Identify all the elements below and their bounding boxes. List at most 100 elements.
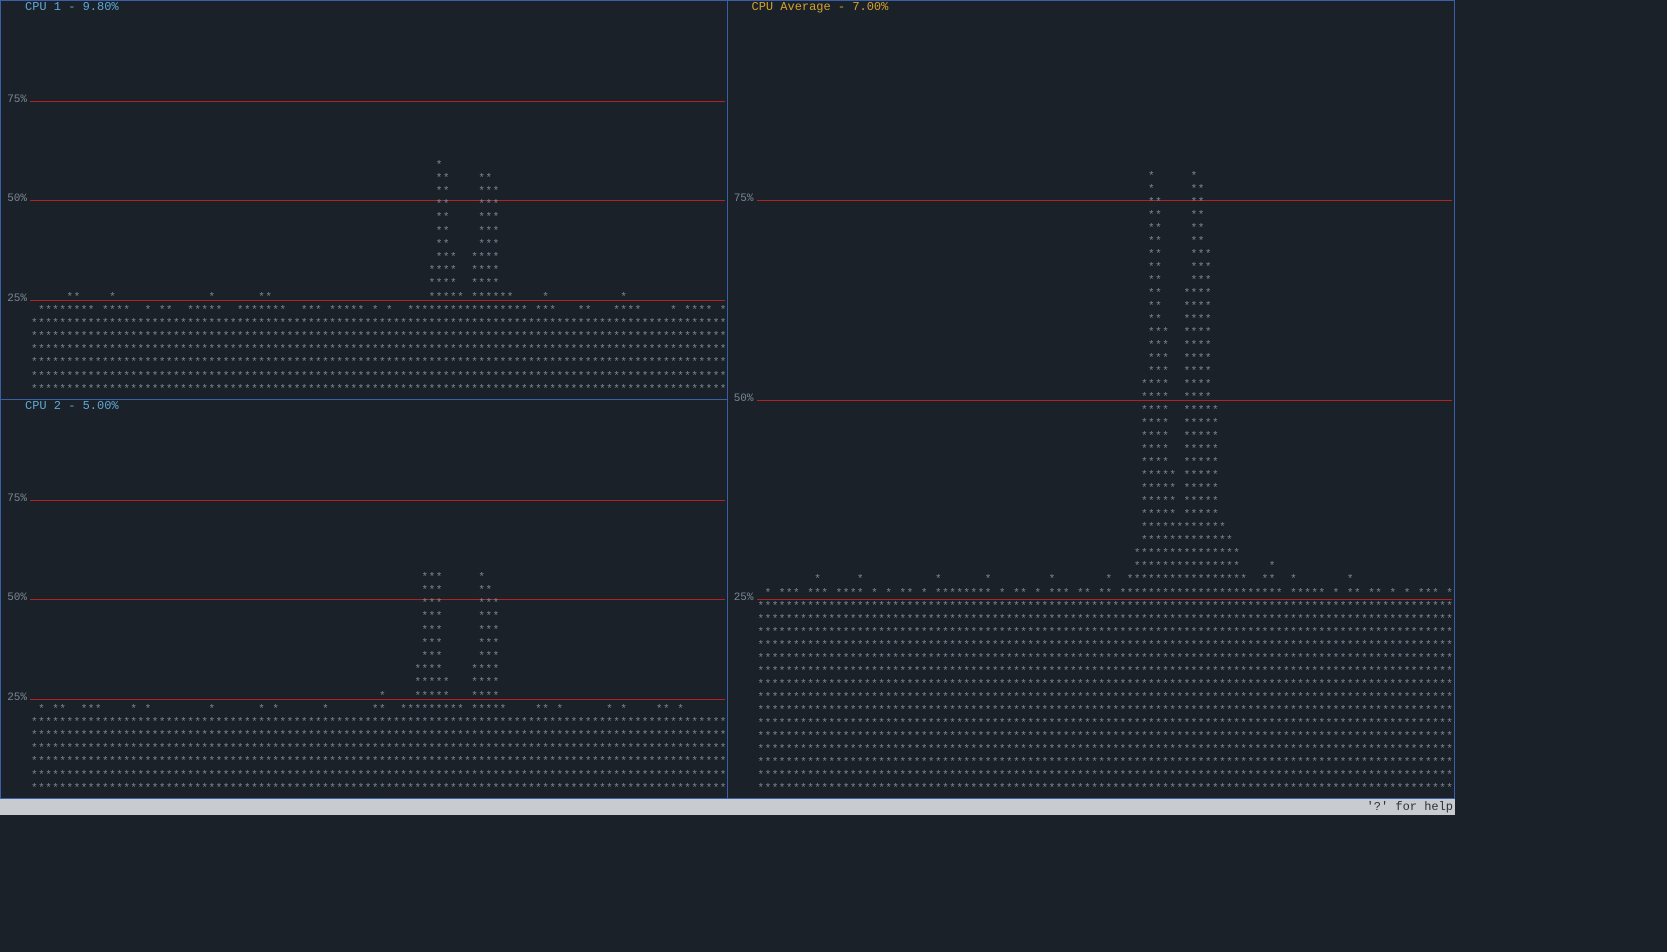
chart-row <box>31 146 725 159</box>
chart-row: *** **** <box>758 353 1453 366</box>
chart-row <box>758 79 1453 92</box>
chart-row <box>31 400 725 413</box>
chart-row <box>31 519 725 532</box>
chart-row: ** *** <box>31 199 725 212</box>
chart-row: * *** *** **** * * ** * ******** * ** * … <box>758 588 1453 601</box>
chart-body: * ** ** ** <box>1 1 727 399</box>
chart-row <box>31 559 725 572</box>
chart-row: ****************************************… <box>758 653 1453 666</box>
chart-row: ****************************************… <box>31 743 725 756</box>
y-axis-label: 25% <box>1 693 29 704</box>
chart-row: ****************************************… <box>758 679 1453 692</box>
chart-row <box>758 92 1453 105</box>
chart-row: ** **** <box>758 314 1453 327</box>
chart-row: **** ***** <box>758 457 1453 470</box>
chart-row: ****************************************… <box>31 357 725 370</box>
chart-row: ****************************************… <box>758 640 1453 653</box>
chart-row <box>758 157 1453 170</box>
chart-row: ****************************************… <box>758 614 1453 627</box>
chart-row: * ** *** * * * * * * ** ********* ***** … <box>31 704 725 717</box>
chart-row <box>31 440 725 453</box>
chart-row <box>758 14 1453 27</box>
chart-row: ****************************************… <box>31 756 725 769</box>
chart-row: ** ** <box>758 210 1453 223</box>
chart-row <box>31 28 725 41</box>
chart-row: **** **** <box>758 379 1453 392</box>
chart-row: ****************************************… <box>758 705 1453 718</box>
status-bar: '?' for help <box>0 799 1455 815</box>
chart-row <box>31 466 725 479</box>
chart-row: ** *** <box>31 186 725 199</box>
chart-row: ****************************************… <box>31 717 725 730</box>
terminal-screen: CPU 1 - 9.80% 75% 50% 25% <box>0 0 1455 815</box>
chart-row: ** *** <box>31 239 725 252</box>
chart-row <box>31 545 725 558</box>
chart-row <box>758 131 1453 144</box>
panel-columns: CPU 1 - 9.80% 75% 50% 25% <box>0 0 1455 799</box>
chart-row: ****************************************… <box>758 757 1453 770</box>
chart-row: ****************************************… <box>758 601 1453 614</box>
chart-row <box>31 107 725 120</box>
chart-row <box>31 493 725 506</box>
chart-row <box>31 15 725 28</box>
y-axis-label: 75% <box>1 494 29 505</box>
chart-row: **** ***** <box>758 444 1453 457</box>
chart-row <box>758 66 1453 79</box>
y-axis-label: 25% <box>1 294 29 305</box>
chart-row: ****************************************… <box>31 318 725 331</box>
chart-row: *** **** <box>758 366 1453 379</box>
chart-row <box>31 94 725 107</box>
help-hint: '?' for help <box>1367 801 1453 813</box>
chart-row <box>31 81 725 94</box>
chart-row: **** **** <box>31 278 725 291</box>
chart-row: ** ** <box>31 173 725 186</box>
chart-row: *** **** <box>758 340 1453 353</box>
chart-row: ****************************************… <box>31 770 725 783</box>
cpu2-panel[interactable]: CPU 2 - 5.00% 75% 50% 25% <box>0 400 728 799</box>
chart-row: * * <box>758 171 1453 184</box>
chart-row: * ***** **** <box>31 691 725 704</box>
chart-row: *** **** <box>758 327 1453 340</box>
y-axis-label: 50% <box>728 394 756 405</box>
chart-row: ** *** <box>758 262 1453 275</box>
chart-row <box>758 118 1453 131</box>
cpu1-title: CPU 1 - 9.80% <box>23 1 121 13</box>
chart-row: ****************************************… <box>758 692 1453 705</box>
chart-row: ****************************************… <box>31 331 725 344</box>
chart-row: ***** ***** <box>758 496 1453 509</box>
chart-row: ***** ***** <box>758 470 1453 483</box>
chart-row <box>31 506 725 519</box>
chart-row: ** ** <box>758 197 1453 210</box>
chart-row: ****************************************… <box>31 384 725 397</box>
chart-row <box>31 427 725 440</box>
cpu2-title: CPU 2 - 5.00% <box>23 400 121 412</box>
chart-row: *** *** <box>31 638 725 651</box>
y-axis-label: 50% <box>1 593 29 604</box>
left-column: CPU 1 - 9.80% 75% 50% 25% <box>0 0 728 799</box>
cpu-avg-title: CPU Average - 7.00% <box>750 1 891 13</box>
chart-row: * <box>31 160 725 173</box>
chart-row: ****************************************… <box>31 783 725 796</box>
chart-row: * * * * * * ***************** ** * * <box>758 574 1453 587</box>
chart-row <box>31 41 725 54</box>
chart-row: *************** * <box>758 561 1453 574</box>
chart-row <box>31 54 725 67</box>
chart-row <box>31 414 725 427</box>
chart-row: ** *** <box>31 212 725 225</box>
cpu-avg-panel[interactable]: CPU Average - 7.00% 75%50%25% <box>728 0 1456 799</box>
chart-row: ******** **** * ** ***** ******* *** ***… <box>31 305 725 318</box>
chart-row: **** **** <box>758 392 1453 405</box>
chart-row: ****************************************… <box>758 718 1453 731</box>
chart-row: ****************************************… <box>758 770 1453 783</box>
chart-row <box>31 480 725 493</box>
chart-row <box>31 453 725 466</box>
chart-body: * * * ** ** <box>728 1 1455 798</box>
chart-row: ** *** <box>758 275 1453 288</box>
chart-row <box>31 120 725 133</box>
chart-row: **** ***** <box>758 418 1453 431</box>
cpu1-panel[interactable]: CPU 1 - 9.80% 75%50%25% <box>0 0 728 400</box>
chart-row: ** ** <box>758 236 1453 249</box>
chart-row: ****************************************… <box>31 371 725 384</box>
chart-row: **** ***** <box>758 405 1453 418</box>
chart-row: ** *** <box>31 226 725 239</box>
